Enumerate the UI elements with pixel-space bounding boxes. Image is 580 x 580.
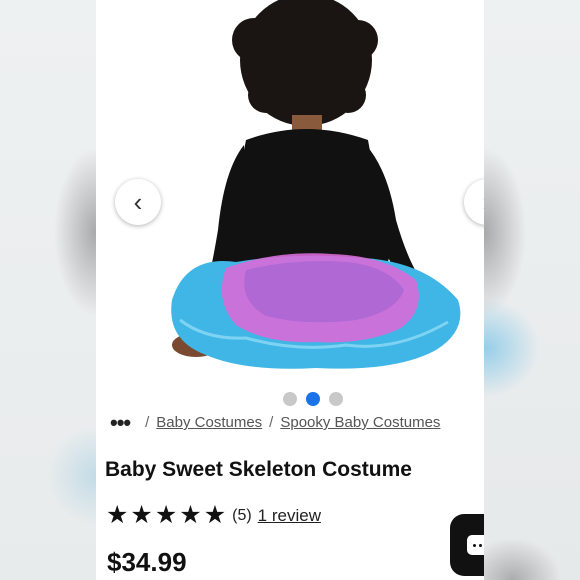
- breadcrumb-link-baby-costumes[interactable]: Baby Costumes: [156, 414, 262, 431]
- product-page: ‹ › ••• / Baby Costumes / Spooky Baby Co…: [96, 0, 484, 580]
- carousel-dot[interactable]: [283, 392, 297, 406]
- reviews-link[interactable]: 1 review: [258, 506, 321, 526]
- carousel-dot[interactable]: [329, 392, 343, 406]
- star-icon: ★: [106, 501, 129, 529]
- breadcrumb-more-button[interactable]: •••: [110, 411, 131, 433]
- breadcrumb-separator: /: [145, 414, 150, 431]
- blurred-background-left: [0, 0, 96, 580]
- breadcrumb: ••• / Baby Costumes / Spooky Baby Costum…: [110, 411, 440, 433]
- blurred-background-right: [484, 0, 580, 580]
- product-price: $34.99: [107, 547, 187, 577]
- product-rating: ★ ★ ★ ★ ★ (5) 1 review: [106, 503, 321, 528]
- carousel-prev-button[interactable]: ‹: [115, 179, 161, 225]
- product-image: ‹ ›: [96, 0, 484, 380]
- breadcrumb-separator: /: [269, 414, 274, 431]
- chat-button[interactable]: [450, 514, 484, 576]
- star-icon: ★: [203, 501, 227, 529]
- rating-stars: ★ ★ ★ ★ ★: [106, 503, 226, 528]
- carousel-dot-active[interactable]: [306, 392, 320, 406]
- chevron-right-icon: ›: [483, 187, 484, 218]
- carousel-dots: [283, 392, 343, 406]
- star-icon: ★: [179, 501, 202, 529]
- breadcrumb-link-spooky-baby-costumes[interactable]: Spooky Baby Costumes: [280, 414, 440, 431]
- chevron-left-icon: ‹: [133, 186, 143, 217]
- star-icon: ★: [130, 501, 153, 529]
- star-icon: ★: [154, 501, 178, 529]
- product-title: Baby Sweet Skeleton Costume: [105, 458, 412, 481]
- chat-icon: [467, 535, 484, 555]
- rating-count: (5): [232, 506, 252, 524]
